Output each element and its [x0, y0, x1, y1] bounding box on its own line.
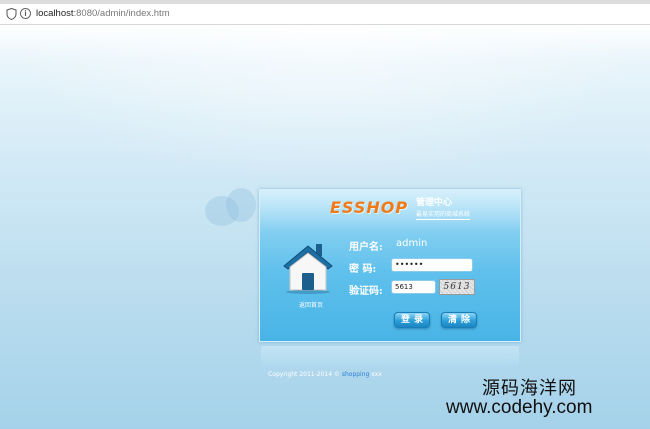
home-icon[interactable] [280, 240, 336, 294]
panel-reflection [261, 346, 519, 368]
username-label: 用户名: [349, 242, 383, 253]
copyright-suffix: xxx [369, 371, 382, 378]
password-input[interactable]: •••••• [391, 258, 473, 272]
system-subtitle: 最易实用的商城系统 [416, 211, 471, 220]
url-text[interactable]: localhost:8080/admin/index.htm [36, 8, 170, 19]
clear-button[interactable]: 清除 [441, 312, 477, 328]
shield-icon [6, 8, 17, 20]
captcha-label: 验证码: [349, 286, 383, 297]
login-button[interactable]: 登录 [394, 312, 430, 328]
url-host: localhost [36, 8, 74, 19]
url-path: :8080/admin/index.htm [73, 8, 170, 19]
login-panel: ESSHOP 管理中心 最易实用的商城系统 返回首页 用户名: admin 密 … [259, 189, 521, 342]
background-glow [0, 25, 650, 185]
watermark-url: www.codehy.com [446, 397, 593, 418]
browser-address-bar[interactable]: i localhost:8080/admin/index.htm [0, 4, 650, 25]
captcha-image[interactable]: 5613 [439, 279, 475, 295]
background-cloud [226, 188, 256, 222]
system-title: 管理中心 [416, 198, 453, 208]
info-icon[interactable]: i [20, 8, 31, 19]
copyright-brand-link[interactable]: shopping [342, 371, 370, 378]
password-label: 密 码: [349, 264, 377, 275]
username-value[interactable]: admin [396, 238, 427, 249]
captcha-input[interactable]: 5613 [391, 280, 436, 294]
esshop-logo: ESSHOP [330, 198, 409, 217]
copyright-prefix: Copyright 2011-2014 © [268, 371, 342, 378]
back-home-link[interactable]: 返回首页 [287, 300, 335, 309]
